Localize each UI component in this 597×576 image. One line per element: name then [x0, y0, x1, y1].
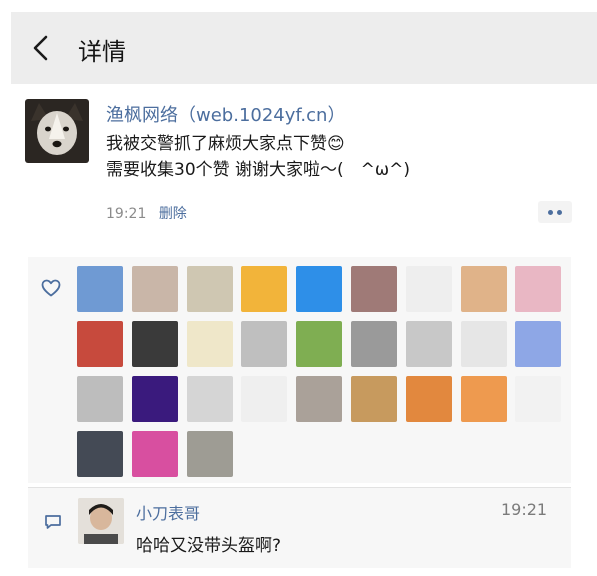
like-avatar[interactable]	[460, 321, 507, 367]
like-avatar[interactable]	[131, 266, 178, 312]
more-dot-icon	[557, 210, 562, 215]
heart-icon	[41, 279, 61, 297]
like-avatar[interactable]	[296, 321, 343, 367]
like-avatar[interactable]	[131, 321, 178, 367]
chevron-left-icon[interactable]	[27, 34, 55, 62]
like-avatar[interactable]	[405, 321, 452, 367]
like-avatar[interactable]	[405, 266, 452, 312]
like-avatar[interactable]	[77, 431, 123, 477]
like-avatar[interactable]	[515, 321, 562, 367]
page-title: 详情	[78, 38, 126, 66]
like-avatar[interactable]	[241, 321, 288, 367]
commenter-name[interactable]: 小刀表哥	[136, 500, 200, 524]
like-avatar[interactable]	[241, 376, 288, 422]
navigation-bar: 详情	[11, 12, 597, 84]
post-content: 我被交警抓了麻烦大家点下赞😊 需要收集30个赞 谢谢大家啦～( ^ω^)	[106, 131, 410, 183]
more-actions-button[interactable]	[538, 201, 572, 223]
delete-link[interactable]: 删除	[159, 206, 187, 222]
like-avatar[interactable]	[186, 431, 233, 477]
author-name[interactable]: 渔枫网络（web.1024yf.cn）	[106, 101, 345, 127]
like-avatar[interactable]	[405, 376, 452, 422]
comment-text[interactable]: 哈哈又没带头盔啊?	[136, 531, 281, 556]
like-avatar[interactable]	[515, 266, 562, 312]
like-avatar[interactable]	[77, 376, 123, 422]
like-avatar[interactable]	[77, 321, 123, 367]
post-meta: 19:21 删除	[106, 203, 187, 223]
comment-icon	[45, 515, 61, 529]
like-avatar[interactable]	[296, 376, 343, 422]
post-line-1: 我被交警抓了麻烦大家点下赞😊	[106, 134, 345, 154]
like-avatar[interactable]	[131, 376, 178, 422]
comment-time: 19:21	[501, 500, 548, 519]
like-avatar[interactable]	[77, 266, 123, 312]
like-avatar[interactable]	[296, 266, 343, 312]
post-time: 19:21	[106, 206, 147, 222]
like-avatar[interactable]	[241, 266, 288, 312]
like-avatar[interactable]	[186, 376, 233, 422]
commenter-avatar[interactable]	[78, 498, 124, 544]
like-avatar[interactable]	[460, 376, 507, 422]
like-avatar[interactable]	[186, 266, 233, 312]
likes-panel	[28, 257, 571, 483]
like-avatar[interactable]	[131, 431, 178, 477]
like-avatar[interactable]	[351, 266, 397, 312]
author-avatar[interactable]	[25, 99, 89, 163]
like-avatar[interactable]	[351, 376, 397, 422]
like-avatar[interactable]	[515, 376, 562, 422]
comments-panel: 小刀表哥 19:21 哈哈又没带头盔啊?	[28, 488, 571, 568]
post-line-2: 需要收集30个赞 谢谢大家啦～( ^ω^)	[106, 160, 411, 180]
like-avatar[interactable]	[186, 321, 233, 367]
like-avatar[interactable]	[460, 266, 507, 312]
like-avatar[interactable]	[351, 321, 397, 367]
more-dot-icon	[548, 210, 553, 215]
